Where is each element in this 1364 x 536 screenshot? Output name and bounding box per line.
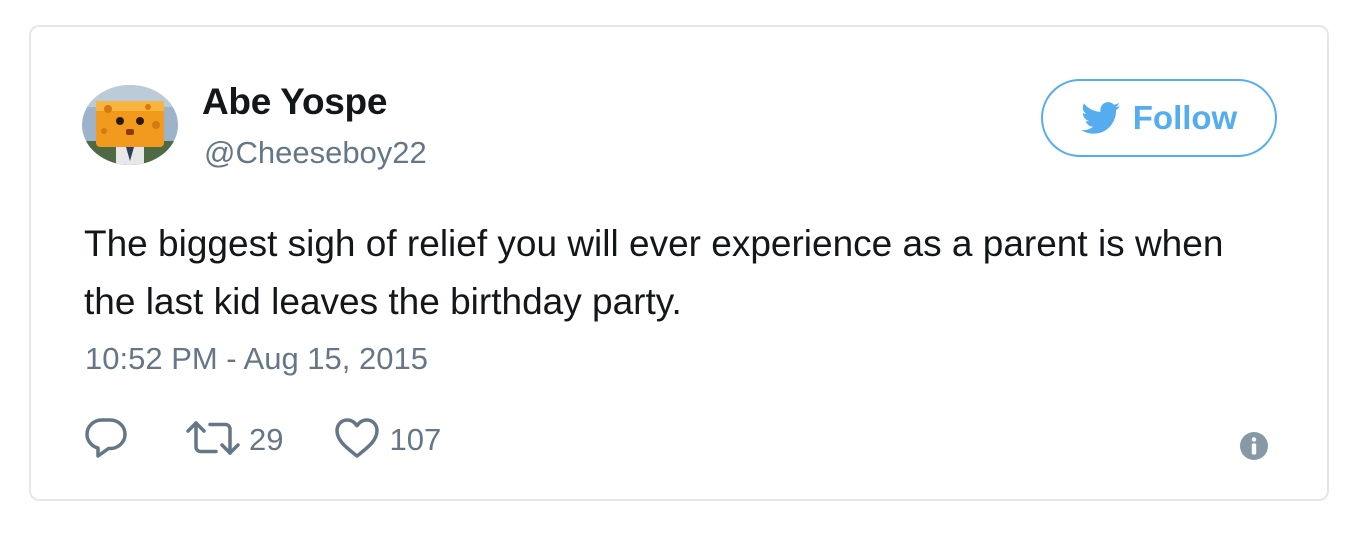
like-button[interactable]: 107 (333, 416, 441, 465)
author-avatar[interactable] (82, 85, 178, 165)
twitter-bird-icon (1080, 101, 1121, 135)
tweet-timestamp[interactable]: 10:52 PM - Aug 15, 2015 (85, 341, 428, 377)
author-name[interactable]: Abe Yospe (202, 81, 387, 123)
reply-icon (83, 416, 129, 465)
like-count: 107 (389, 422, 442, 457)
cheese-avatar-icon (82, 85, 178, 165)
info-icon[interactable] (1239, 431, 1269, 461)
follow-button[interactable]: Follow (1041, 79, 1277, 157)
tweet-actions: 29 107 (83, 417, 441, 463)
retweet-icon (185, 418, 241, 463)
tweet-card: Abe Yospe @Cheeseboy22 Follow The bigges… (29, 25, 1329, 501)
retweet-count: 29 (249, 422, 284, 457)
heart-icon (333, 416, 381, 465)
follow-label: Follow (1132, 99, 1238, 136)
author-handle[interactable]: @Cheeseboy22 (204, 135, 427, 171)
reply-button[interactable] (83, 416, 129, 465)
retweet-button[interactable]: 29 (185, 418, 283, 463)
tweet-text: The biggest sigh of relief you will ever… (84, 223, 1224, 322)
